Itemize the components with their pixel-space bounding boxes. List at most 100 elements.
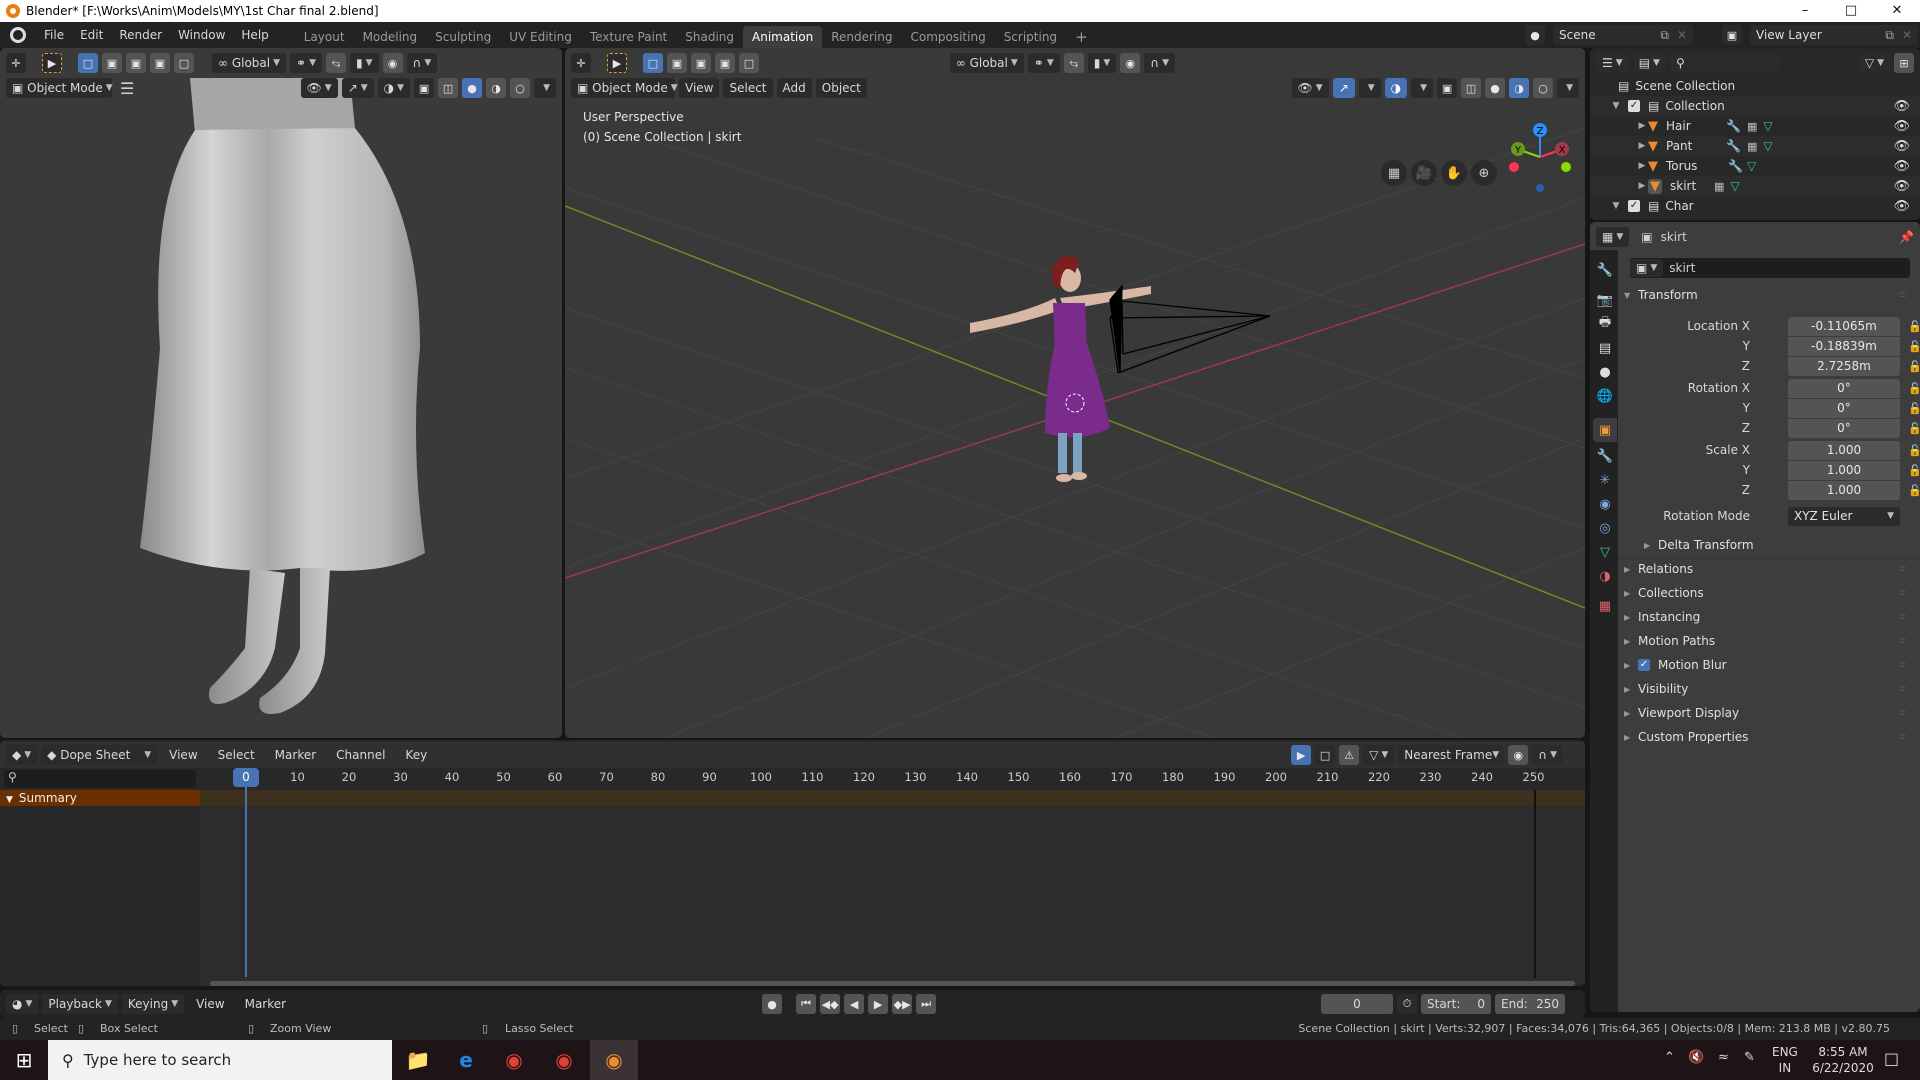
scale-z-field[interactable]: 1.000 xyxy=(1788,480,1900,500)
menu-add[interactable]: Add xyxy=(776,78,812,98)
expand-arrow-icon[interactable]: ▼ xyxy=(1610,201,1622,211)
snap-toggle-icon[interactable]: ⥃ xyxy=(326,53,346,73)
tab-physics-icon[interactable]: ◉ xyxy=(1593,492,1617,516)
collection-checkbox[interactable]: ✓ xyxy=(1628,200,1640,212)
menu-select[interactable]: Select xyxy=(723,78,773,98)
select-mode-subtract-icon[interactable]: ▣ xyxy=(691,53,711,73)
overlay-options[interactable]: ▼ xyxy=(1411,78,1434,98)
expand-arrow-icon[interactable]: ▶ xyxy=(1636,121,1648,131)
xray-toggle-icon[interactable]: ▣ xyxy=(414,78,435,98)
end-frame-field[interactable]: End: 250 xyxy=(1495,994,1565,1014)
play-reverse-icon[interactable]: ◀ xyxy=(844,994,865,1014)
camera-view-icon[interactable]: 🎥 xyxy=(1411,160,1437,186)
menu-help[interactable]: Help xyxy=(233,22,276,48)
menu-view[interactable]: View xyxy=(188,991,232,1017)
delete-scene-icon[interactable]: ✕ xyxy=(1677,28,1687,42)
filter-dropdown[interactable]: ▽ ▼ xyxy=(1858,53,1890,73)
clock[interactable]: 8:55 AM 6/22/2020 xyxy=(1808,1044,1878,1076)
mesh-data-icon[interactable]: ▽ xyxy=(1730,179,1739,193)
language-indicator[interactable]: ENG IN xyxy=(1772,1044,1798,1076)
chrome-profile-icon[interactable]: ◉ xyxy=(540,1040,588,1080)
select-mode-extend-icon[interactable]: ▣ xyxy=(102,53,122,73)
gizmo-neg-y[interactable] xyxy=(1561,162,1571,172)
shading-wireframe-icon[interactable]: ◫ xyxy=(1461,78,1482,98)
modifier-wrench-icon[interactable]: 🔧 xyxy=(1728,159,1743,173)
outliner-item-collection[interactable]: ▼ ✓ ▤ Collection 👁 xyxy=(1590,96,1920,116)
overlay-toggle[interactable]: ◑ ▼ xyxy=(377,78,411,98)
shading-rendered-icon[interactable]: ○ xyxy=(510,78,531,98)
playhead-line[interactable] xyxy=(245,787,247,977)
copy-view-layer-icon[interactable]: ⧉ xyxy=(1885,28,1894,43)
gizmo-neg-x[interactable] xyxy=(1509,162,1519,172)
copy-scene-icon[interactable]: ⧉ xyxy=(1660,28,1669,43)
workspace-tab-sculpting[interactable]: Sculpting xyxy=(426,26,500,48)
tab-data-icon[interactable]: ▽ xyxy=(1593,540,1617,564)
proportional-edit-icon[interactable]: ◉ xyxy=(382,53,403,73)
menu-window[interactable]: Window xyxy=(170,22,233,48)
workspace-tab-animation[interactable]: Animation xyxy=(743,26,823,48)
visibility-panel-header[interactable]: ▶ Visibility:::: xyxy=(1624,678,1912,700)
tab-output-icon[interactable]: 🖶 xyxy=(1593,312,1617,336)
tab-particles-icon[interactable]: ✳ xyxy=(1593,468,1617,492)
motion-paths-panel-header[interactable]: ▶ Motion Paths:::: xyxy=(1624,630,1912,652)
tab-constraints-icon[interactable]: ◎ xyxy=(1593,516,1617,540)
menu-object[interactable]: Object xyxy=(815,78,867,98)
shading-solid-icon[interactable]: ● xyxy=(1485,78,1506,98)
location-x-field[interactable]: -0.11065m xyxy=(1788,316,1900,336)
workspace-tab-shading[interactable]: Shading xyxy=(676,26,743,48)
pen-icon[interactable]: ✎ xyxy=(1744,1050,1755,1065)
main-3d-viewport[interactable]: ✛ ▶ □ ▣ ▣ ▣ □ ∞ Global ▼ ⚭ ▼ ⥃ ▮ ▼ ◉ ∩ ▼ ▣ O… xyxy=(565,48,1585,738)
lock-icon[interactable]: 🔓 xyxy=(1908,484,1920,497)
outliner-search-input[interactable]: ⚲ xyxy=(1669,53,1780,73)
vertex-groups-icon[interactable]: ▦ xyxy=(1747,140,1757,153)
wifi-icon[interactable]: ≈ xyxy=(1718,1050,1729,1065)
expand-arrow-icon[interactable]: ▶ xyxy=(1636,161,1648,171)
gizmo-toggle[interactable]: ↗ ▼ xyxy=(341,78,374,98)
rotation-y-field[interactable]: 0° xyxy=(1788,398,1900,418)
show-hidden-icons-chevron[interactable]: ⌃ xyxy=(1664,1050,1675,1065)
mesh-data-icon[interactable]: ▽ xyxy=(1763,119,1772,133)
viewport-display-panel-header[interactable]: ▶ Viewport Display:::: xyxy=(1624,702,1912,724)
drag-grip-icon[interactable]: :::: xyxy=(1898,684,1907,694)
select-tool-icon[interactable]: ▶ xyxy=(42,53,62,73)
modifier-wrench-icon[interactable]: 🔧 xyxy=(1726,119,1741,133)
gizmo-options[interactable]: ▼ xyxy=(1358,78,1381,98)
visibility-eye-icon[interactable]: 👁 xyxy=(1893,99,1910,114)
workspace-tab-rendering[interactable]: Rendering xyxy=(822,26,901,48)
mode-dropdown[interactable]: ▣ Object Mode ▼ xyxy=(6,78,113,98)
tab-world-icon[interactable]: 🌐 xyxy=(1593,384,1617,408)
transform-panel-header[interactable]: ▼ Transform :::: xyxy=(1624,284,1912,306)
motion-blur-panel-header[interactable]: ▶ ✓ Motion Blur:::: xyxy=(1624,654,1912,676)
visibility-dropdown[interactable]: 👁 ▼ xyxy=(300,78,338,98)
select-tool-icon[interactable]: ▶ xyxy=(607,53,627,73)
lock-icon[interactable]: 🔓 xyxy=(1908,444,1920,457)
jump-to-end-icon[interactable]: ⏭ xyxy=(916,994,937,1014)
lock-icon[interactable]: 🔓 xyxy=(1908,320,1920,333)
zoom-icon[interactable]: ⊕ xyxy=(1471,160,1497,186)
keying-dropdown[interactable]: Keying ▼ xyxy=(121,994,185,1014)
maximize-button[interactable]: □ xyxy=(1828,0,1874,22)
location-y-field[interactable]: -0.18839m xyxy=(1788,336,1900,356)
rotation-z-field[interactable]: 0° xyxy=(1788,418,1900,438)
menu-view[interactable]: View xyxy=(679,78,720,98)
scale-y-field[interactable]: 1.000 xyxy=(1788,460,1900,480)
custom-properties-panel-header[interactable]: ▶ Custom Properties:::: xyxy=(1624,726,1912,748)
tab-material-icon[interactable]: ◑ xyxy=(1593,564,1617,588)
expand-arrow-icon[interactable]: ▶ xyxy=(1636,181,1648,191)
auto-keying-record-icon[interactable]: ● xyxy=(762,994,783,1014)
object-name-field[interactable]: ▣ ▼ skirt xyxy=(1630,258,1910,278)
shading-material-icon[interactable]: ◑ xyxy=(1509,78,1530,98)
vertex-groups-icon[interactable]: ▦ xyxy=(1747,120,1757,133)
visibility-eye-icon[interactable]: 👁 xyxy=(1893,199,1910,214)
tab-modifiers-icon[interactable]: 🔧 xyxy=(1593,444,1617,468)
select-mode-intersect-icon[interactable]: □ xyxy=(739,53,759,73)
overlay-toggle[interactable]: ◑ xyxy=(1384,78,1408,98)
outliner-item-hair[interactable]: ▶ ▼ Hair 🔧 ▦ ▽ 👁 xyxy=(1590,116,1920,136)
properties-editor-type[interactable]: ▦ ▼ xyxy=(1596,227,1630,247)
outliner-scene-collection[interactable]: ▤ Scene Collection xyxy=(1590,76,1920,96)
object-browse-dropdown[interactable]: ▣ ▼ xyxy=(1630,259,1664,277)
delete-view-layer-icon[interactable]: ✕ xyxy=(1902,28,1912,42)
workspace-tab-compositing[interactable]: Compositing xyxy=(901,26,994,48)
windows-start-icon[interactable]: ⊞ xyxy=(0,1040,48,1080)
xray-toggle-icon[interactable]: ▣ xyxy=(1437,78,1458,98)
